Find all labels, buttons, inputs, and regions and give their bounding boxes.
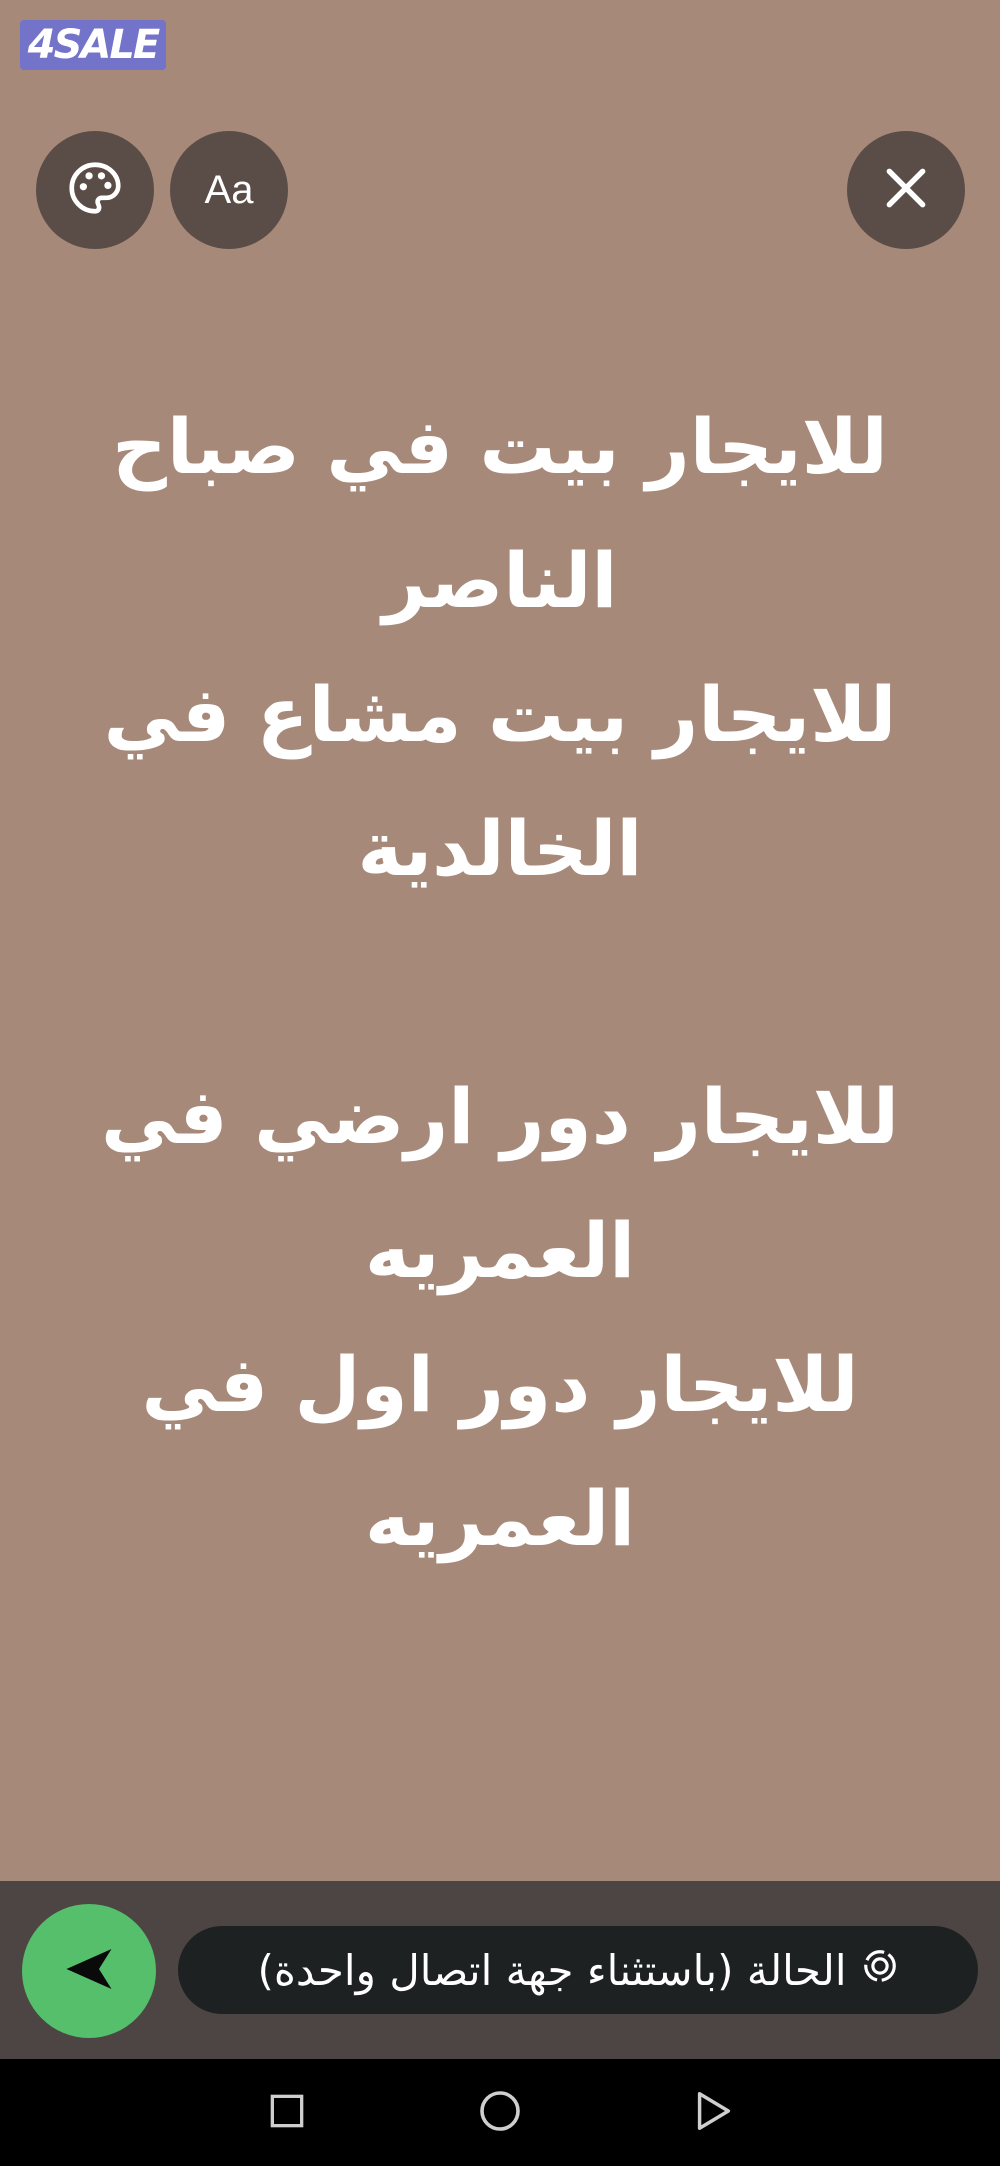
status-audience-selector[interactable]: الحالة (باستثناء جهة اتصال واحدة) xyxy=(178,1926,978,2014)
back-button[interactable] xyxy=(681,2081,745,2145)
palette-icon xyxy=(64,157,126,223)
font-button-label: Aa xyxy=(204,167,254,212)
close-button[interactable] xyxy=(847,131,965,249)
send-button[interactable] xyxy=(22,1904,156,2038)
back-icon xyxy=(690,2088,736,2138)
send-icon xyxy=(59,1939,119,2003)
system-navigation-bar xyxy=(0,2059,1000,2166)
audience-label: الحالة (باستثناء جهة اتصال واحدة) xyxy=(257,1945,847,1995)
status-icon xyxy=(861,1946,899,1995)
home-icon xyxy=(476,2087,524,2139)
recents-icon xyxy=(265,2089,309,2137)
close-icon xyxy=(881,163,931,217)
font-style-button[interactable]: Aa xyxy=(170,131,288,249)
home-button[interactable] xyxy=(468,2081,532,2145)
recents-button[interactable] xyxy=(255,2081,319,2145)
color-palette-button[interactable] xyxy=(36,131,154,249)
status-text[interactable]: للايجار بيت في صباح الناصر للايجار بيت م… xyxy=(80,380,920,1586)
watermark-logo: 4SALE xyxy=(20,20,166,70)
